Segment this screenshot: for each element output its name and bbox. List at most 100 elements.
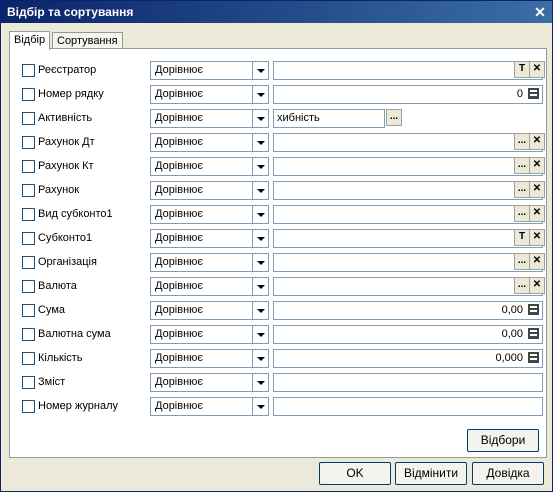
filter-label: Сума [38,304,66,316]
condition-select[interactable]: Дорівнює [150,301,269,320]
filter-checkbox[interactable] [22,184,35,197]
calculator-icon[interactable] [528,352,539,363]
value-field[interactable]: 0,00 [273,325,543,344]
clear-icon[interactable]: ✕ [529,61,545,78]
filter-row: Рахунок Дорівнює... ✕ [22,181,545,200]
pick-icon[interactable]: ... [514,277,530,294]
condition-select[interactable]: Дорівнює [150,61,269,80]
clear-icon[interactable]: ✕ [529,229,545,246]
chevron-down-icon[interactable] [252,398,268,415]
pick-icon[interactable]: ... [514,253,530,270]
chevron-down-icon[interactable] [252,86,268,103]
filter-checkbox[interactable] [22,136,35,149]
value-field[interactable]: хибність [273,109,385,128]
value-field[interactable]: 0,000 [273,349,543,368]
type-icon[interactable]: T [514,61,530,78]
filter-checkbox[interactable] [22,400,35,413]
value-field[interactable] [273,373,543,392]
pick-icon[interactable]: ... [514,133,530,150]
filter-row: Зміст Дорівнює [22,373,543,392]
filters-button[interactable]: Відбори [467,429,539,452]
filter-checkbox[interactable] [22,304,35,317]
clear-icon[interactable]: ✕ [529,181,545,198]
calculator-icon[interactable] [528,304,539,315]
pick-icon[interactable]: ... [514,205,530,222]
clear-icon[interactable]: ✕ [529,133,545,150]
condition-select[interactable]: Дорівнює [150,325,269,344]
chevron-down-icon[interactable] [252,326,268,343]
clear-icon[interactable]: ✕ [529,253,545,270]
condition-value: Дорівнює [155,208,204,220]
condition-select[interactable]: Дорівнює [150,157,269,176]
condition-select[interactable]: Дорівнює [150,205,269,224]
type-icon[interactable]: T [514,229,530,246]
value-field[interactable] [273,205,543,224]
pick-icon[interactable]: ... [514,181,530,198]
value-field[interactable] [273,397,543,416]
chevron-down-icon[interactable] [252,278,268,295]
chevron-down-icon[interactable] [252,158,268,175]
filter-checkbox[interactable] [22,160,35,173]
condition-select[interactable]: Дорівнює [150,373,269,392]
value-field[interactable] [273,229,543,248]
chevron-down-icon[interactable] [252,182,268,199]
tab-sorting[interactable]: Сортування [52,32,123,49]
filter-checkbox[interactable] [22,328,35,341]
filter-checkbox[interactable] [22,232,35,245]
condition-select[interactable]: Дорівнює [150,229,269,248]
filter-checkbox[interactable] [22,376,35,389]
value-field[interactable]: 0 [273,85,543,104]
close-icon[interactable]: ✕ [532,4,548,20]
calculator-icon[interactable] [528,328,539,339]
value-field[interactable] [273,133,543,152]
value-field[interactable] [273,61,543,80]
filter-checkbox[interactable] [22,112,35,125]
clear-icon[interactable]: ✕ [529,277,545,294]
chevron-down-icon[interactable] [252,254,268,271]
value-field[interactable] [273,181,543,200]
filter-checkbox[interactable] [22,280,35,293]
chevron-down-icon[interactable] [252,302,268,319]
filter-label: Валюта [38,280,77,292]
filter-checkbox[interactable] [22,208,35,221]
condition-select[interactable]: Дорівнює [150,277,269,296]
chevron-down-icon[interactable] [252,110,268,127]
help-button[interactable]: Довідка [472,462,544,485]
filter-checkbox[interactable] [22,256,35,269]
filter-row: Валюта Дорівнює... ✕ [22,277,545,296]
filter-checkbox[interactable] [22,64,35,77]
condition-select[interactable]: Дорівнює [150,133,269,152]
filter-row: Валютна сума Дорівнює 0,00 [22,325,543,344]
condition-select[interactable]: Дорівнює [150,349,269,368]
value-field[interactable] [273,277,543,296]
filter-row: Кількість Дорівнює 0,000 [22,349,543,368]
filter-panel: Реєстратор Дорівнює T ✕ Номер рядку Дорівнює 0… [9,48,547,458]
chevron-down-icon[interactable] [252,62,268,79]
clear-icon[interactable]: ✕ [529,205,545,222]
condition-value: Дорівнює [155,64,204,76]
condition-select[interactable]: Дорівнює [150,181,269,200]
chevron-down-icon[interactable] [252,134,268,151]
chevron-down-icon[interactable] [252,350,268,367]
chevron-down-icon[interactable] [252,206,268,223]
value-field[interactable] [273,253,543,272]
pick-icon[interactable]: ... [386,109,402,126]
value-field[interactable] [273,157,543,176]
filter-row: Рахунок Кт Дорівнює... ✕ [22,157,545,176]
chevron-down-icon[interactable] [252,230,268,247]
condition-select[interactable]: Дорівнює [150,253,269,272]
clear-icon[interactable]: ✕ [529,157,545,174]
value-field[interactable]: 0,00 [273,301,543,320]
condition-select[interactable]: Дорівнює [150,109,269,128]
cancel-button[interactable]: Відмінити [395,462,467,485]
pick-icon[interactable]: ... [514,157,530,174]
condition-select[interactable]: Дорівнює [150,85,269,104]
condition-select[interactable]: Дорівнює [150,397,269,416]
ok-button[interactable]: OK [319,462,391,485]
filter-checkbox[interactable] [22,88,35,101]
calculator-icon[interactable] [528,88,539,99]
filter-checkbox[interactable] [22,352,35,365]
tab-filter[interactable]: Відбір [9,31,51,50]
filter-row: Організація Дорівнює... ✕ [22,253,545,272]
chevron-down-icon[interactable] [252,374,268,391]
